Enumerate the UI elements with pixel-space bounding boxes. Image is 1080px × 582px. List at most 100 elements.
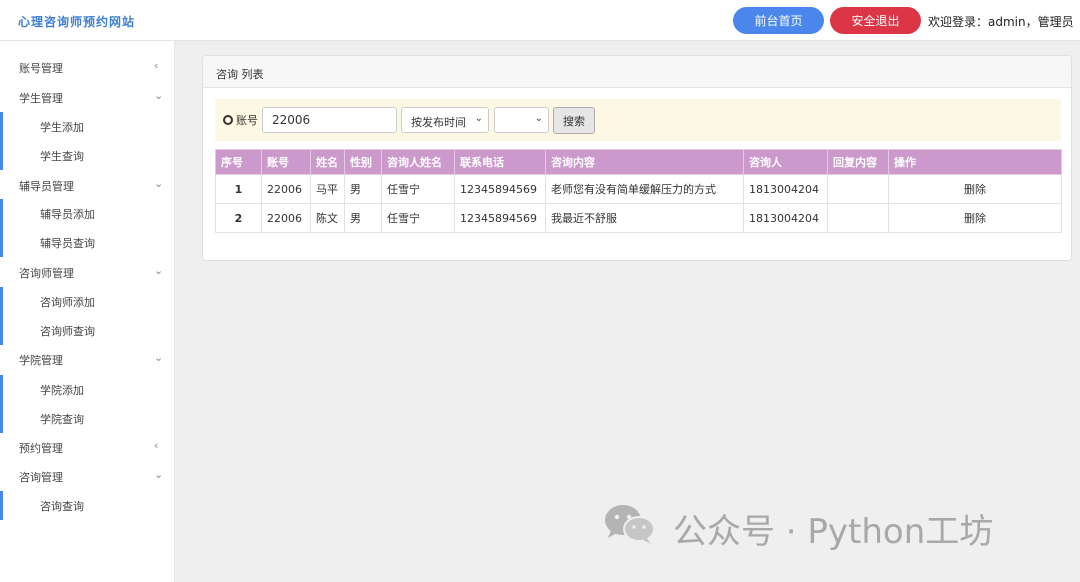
sidebar-group-appointment[interactable]: 预约管理 ‹ — [0, 433, 175, 462]
sidebar-item-label: 学院添加 — [40, 384, 84, 397]
sidebar-item-therapist-query[interactable]: 咨询师查询 — [0, 316, 175, 345]
sidebar-group-label: 辅导员管理 — [19, 180, 74, 193]
chevron-down-icon: ⌄ — [534, 113, 543, 124]
sidebar-item-label: 咨询查询 — [40, 500, 84, 513]
active-indicator — [0, 375, 3, 404]
cell-consultant: 1813004204 — [743, 174, 828, 204]
col-header-name: 姓名 — [310, 149, 345, 175]
cell-account: 22006 — [261, 174, 311, 204]
cell-name: 陈文 — [310, 203, 345, 233]
sidebar-group-college[interactable]: 学院管理 ⌄ — [0, 345, 175, 374]
sidebar-item-college-query[interactable]: 学院查询 — [0, 404, 175, 433]
col-header-phone: 联系电话 — [454, 149, 546, 175]
cell-reply — [827, 203, 889, 233]
active-indicator — [0, 112, 3, 141]
search-button[interactable]: 搜索 — [553, 107, 595, 134]
welcome-text: 欢迎登录：admin，管理员 — [928, 15, 1074, 29]
sidebar-item-student-query[interactable]: 学生查询 — [0, 141, 175, 170]
sidebar-group-counselor[interactable]: 辅导员管理 ⌄ — [0, 171, 175, 200]
table-row: 2 22006 陈文 男 任雪宁 12345894569 我最近不舒服 1813… — [215, 203, 1062, 233]
active-indicator — [0, 141, 3, 170]
active-indicator — [0, 316, 3, 345]
sidebar-item-student-add[interactable]: 学生添加 — [0, 112, 175, 141]
col-header-index: 序号 — [215, 149, 262, 175]
sidebar-group-label: 咨询师管理 — [19, 267, 74, 280]
col-header-gender: 性别 — [344, 149, 382, 175]
cell-index: 2 — [215, 203, 262, 233]
cell-consultant-name: 任雪宁 — [381, 203, 455, 233]
panel-header: 咨询 列表 — [203, 56, 1071, 88]
sidebar-group-label: 学院管理 — [19, 354, 63, 367]
chevron-left-icon: ‹ — [154, 59, 159, 72]
search-label: 账号 — [223, 112, 258, 128]
sidebar-group-label: 咨询管理 — [19, 471, 63, 484]
cell-phone: 12345894569 — [454, 203, 546, 233]
search-bar: 账号 22006 按发布时间 ⌄ ⌄ 搜索 — [215, 99, 1061, 141]
sidebar-item-therapist-add[interactable]: 咨询师添加 — [0, 287, 175, 316]
chevron-down-icon: ⌄ — [154, 468, 164, 481]
sidebar-item-college-add[interactable]: 学院添加 — [0, 375, 175, 404]
sidebar-item-counselor-query[interactable]: 辅导员查询 — [0, 228, 175, 257]
sidebar-item-counselor-add[interactable]: 辅导员添加 — [0, 199, 175, 228]
cell-action: 删除 — [888, 174, 1062, 204]
order-select[interactable]: 按发布时间 ⌄ — [401, 107, 489, 133]
delete-link[interactable]: 删除 — [964, 183, 986, 196]
sidebar-item-label: 咨询师查询 — [40, 325, 95, 338]
col-header-content: 咨询内容 — [545, 149, 744, 175]
sidebar-item-consultation-query[interactable]: 咨询查询 — [0, 491, 175, 520]
home-button[interactable]: 前台首页 — [733, 7, 824, 34]
cell-reply — [827, 174, 889, 204]
col-header-reply: 回复内容 — [827, 149, 889, 175]
order-select-value: 按发布时间 — [411, 116, 466, 129]
filter-select[interactable]: ⌄ — [494, 107, 549, 133]
cell-phone: 12345894569 — [454, 174, 546, 204]
account-search-input[interactable]: 22006 — [262, 107, 397, 133]
cell-index: 1 — [215, 174, 262, 204]
active-indicator — [0, 287, 3, 316]
chevron-left-icon: ‹ — [154, 439, 159, 452]
cell-account: 22006 — [261, 203, 311, 233]
cell-gender: 男 — [344, 203, 382, 233]
col-header-consultant-name: 咨询人姓名 — [381, 149, 455, 175]
chevron-down-icon: ⌄ — [154, 89, 164, 102]
sidebar-group-therapist[interactable]: 咨询师管理 ⌄ — [0, 258, 175, 287]
sidebar-group-label: 预约管理 — [19, 442, 63, 455]
col-header-action: 操作 — [888, 149, 1062, 175]
top-header: 心理咨询师预约网站 前台首页 安全退出 欢迎登录：admin，管理员 — [0, 0, 1080, 41]
cell-consultant: 1813004204 — [743, 203, 828, 233]
chevron-down-icon: ⌄ — [154, 264, 164, 277]
sidebar-group-label: 账号管理 — [19, 62, 63, 75]
search-label-text: 账号 — [236, 114, 258, 127]
sidebar-group-student[interactable]: 学生管理 ⌄ — [0, 83, 175, 112]
sidebar-group-label: 学生管理 — [19, 92, 63, 105]
cell-name: 马平 — [310, 174, 345, 204]
active-indicator — [0, 404, 3, 433]
sidebar-item-label: 学生添加 — [40, 121, 84, 134]
table-row: 1 22006 马平 男 任雪宁 12345894569 老师您有没有简单缓解压… — [215, 174, 1062, 204]
delete-link[interactable]: 删除 — [964, 212, 986, 225]
watermark-text: 公众号 · Python工坊 — [673, 512, 994, 552]
cell-content: 我最近不舒服 — [545, 203, 744, 233]
panel-title: 咨询 列表 — [216, 68, 264, 81]
consultation-list-panel: 咨询 列表 账号 22006 按发布时间 ⌄ ⌄ 搜索 序号 账号 姓名 性别 … — [202, 55, 1072, 261]
col-header-account: 账号 — [261, 149, 311, 175]
col-header-consultant: 咨询人 — [743, 149, 828, 175]
wechat-icon — [605, 505, 655, 544]
sidebar-item-label: 辅导员查询 — [40, 237, 95, 250]
chevron-down-icon: ⌄ — [474, 113, 483, 124]
sidebar-item-label: 学院查询 — [40, 413, 84, 426]
sidebar-item-label: 学生查询 — [40, 150, 84, 163]
logout-button[interactable]: 安全退出 — [830, 7, 921, 34]
site-title[interactable]: 心理咨询师预约网站 — [18, 13, 135, 30]
table-header-row: 序号 账号 姓名 性别 咨询人姓名 联系电话 咨询内容 咨询人 回复内容 操作 — [215, 149, 1062, 175]
sidebar-item-label: 咨询师添加 — [40, 296, 95, 309]
search-icon — [223, 115, 233, 125]
active-indicator — [0, 228, 3, 257]
active-indicator — [0, 199, 3, 228]
sidebar-group-account[interactable]: 账号管理 ‹ — [0, 53, 175, 82]
sidebar-group-consultation[interactable]: 咨询管理 ⌄ — [0, 462, 175, 491]
sidebar: 账号管理 ‹ 学生管理 ⌄ 学生添加 学生查询 辅导员管理 ⌄ 辅导员添加 辅导… — [0, 41, 175, 582]
cell-consultant-name: 任雪宁 — [381, 174, 455, 204]
cell-action: 删除 — [888, 203, 1062, 233]
consultation-table: 序号 账号 姓名 性别 咨询人姓名 联系电话 咨询内容 咨询人 回复内容 操作 … — [215, 149, 1062, 233]
